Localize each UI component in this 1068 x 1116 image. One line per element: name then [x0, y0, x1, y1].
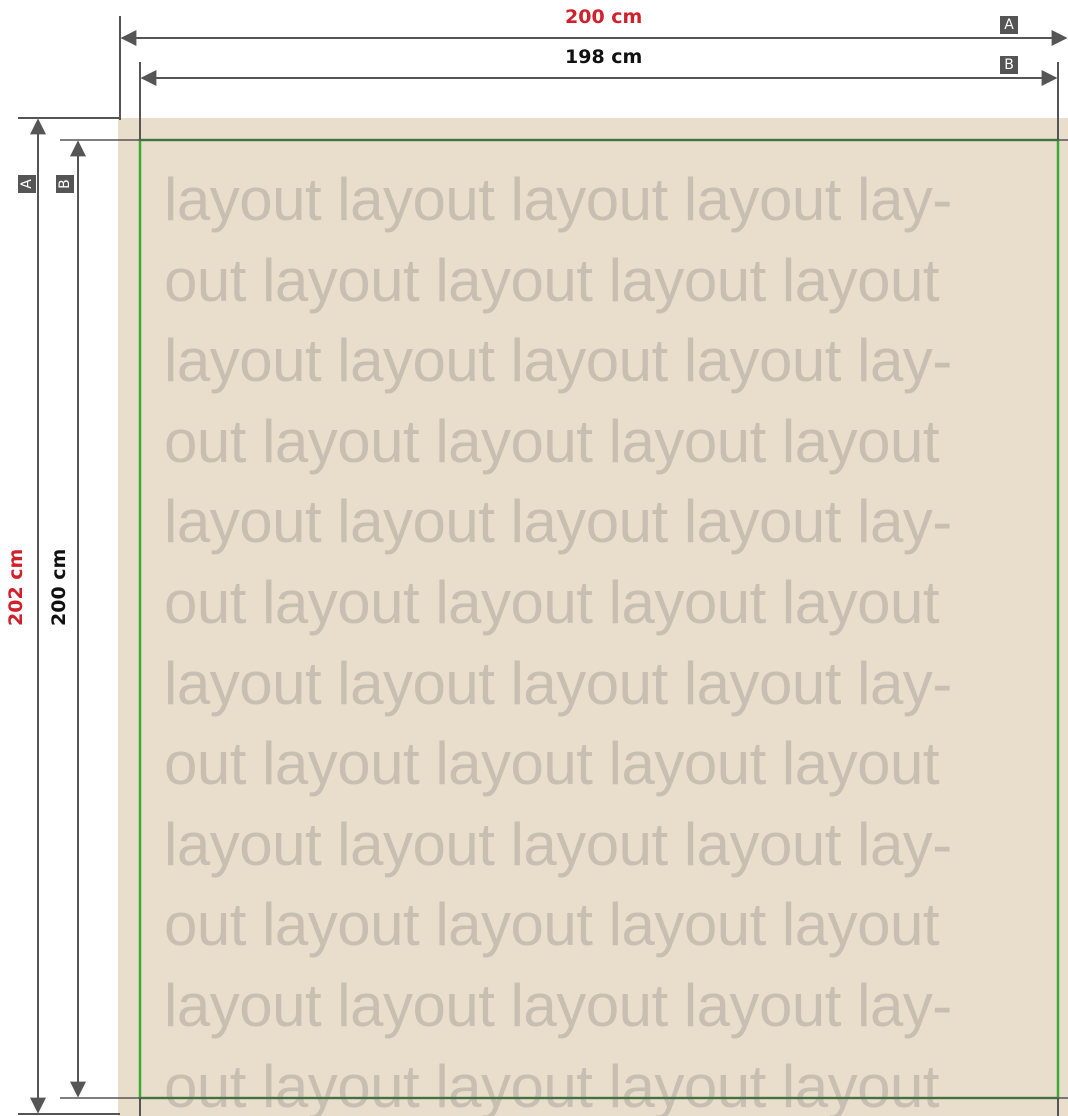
- width-inner-tag: B: [1000, 56, 1018, 74]
- dimension-diagram: [18, 16, 1068, 1116]
- width-inner-label: 198 cm: [565, 46, 643, 68]
- width-outer-label: 200 cm: [565, 6, 643, 28]
- height-inner-tag: B: [56, 175, 74, 193]
- height-outer-label: 202 cm: [5, 548, 27, 626]
- height-outer-tag: A: [18, 175, 36, 193]
- width-outer-tag: A: [1000, 16, 1018, 34]
- height-inner-label: 200 cm: [48, 548, 70, 626]
- safe-zone-frame: [138, 138, 1060, 1100]
